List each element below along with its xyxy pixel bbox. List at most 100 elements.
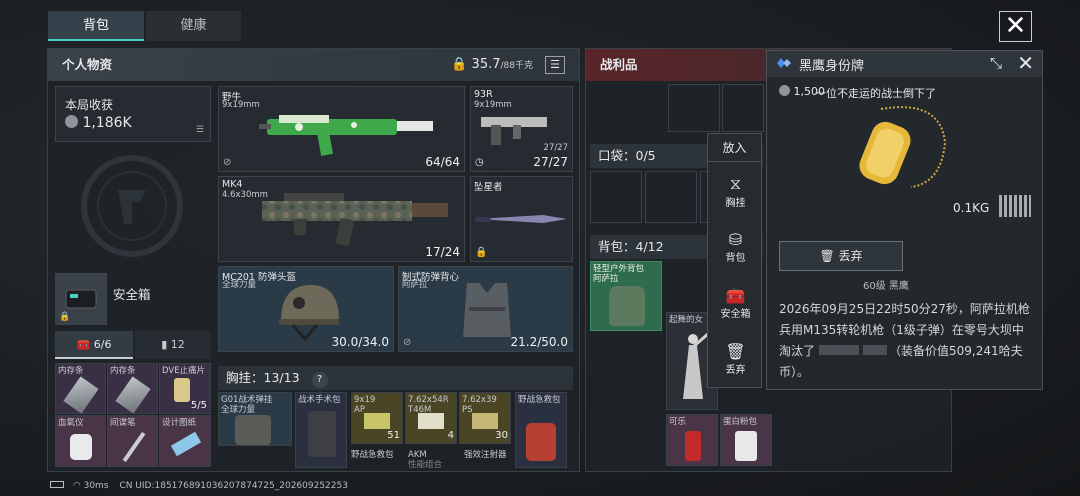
ammo-item-76254[interactable]: 7.62x54R T46M 4 (405, 392, 457, 444)
item-brand: 全球力量 (221, 405, 256, 415)
ammo-box-icon (364, 413, 390, 429)
chest-rig-header: 胸挂：13/13 ? (218, 366, 573, 390)
helmet-slot[interactable]: MC201 防弹头盔 全球力量 30.0/34.0 (218, 266, 394, 352)
melee-slot[interactable]: 坠星者 🔒 (470, 176, 573, 262)
menu-item-safebox[interactable]: 🧰 安全箱 (708, 286, 763, 330)
pocket-slot[interactable] (645, 171, 697, 223)
menu-item-discard[interactable]: 🗑 丢弃 (708, 342, 763, 386)
first-aid-bag-icon (526, 423, 556, 461)
ammo-box-icon (472, 413, 498, 429)
list-view-icon[interactable]: ☰ (545, 56, 565, 74)
item-grade: PS (462, 405, 473, 415)
toolbox-icon: 🧰 (76, 338, 91, 351)
case-tab-consumables[interactable]: ▮ 12 (135, 331, 211, 359)
ammo-box-icon (418, 413, 444, 429)
weapon-slot-secondary[interactable]: MK4 4.6x30mm 17/24 (218, 176, 465, 262)
put-in-menu: 放入 ⧖ 胸挂 ⛁ 背包 🧰 安全箱 🗑 丢弃 (707, 133, 762, 388)
case-tab-equipment[interactable]: 🧰 6/6 (55, 331, 133, 359)
personal-supplies-header: 个人物资 🔒 35.7/88千克 ☰ (48, 49, 579, 81)
detail-header: 黑鹰身份牌 ⤡ ✕ (767, 51, 1042, 77)
tab-backpack[interactable]: 背包 (48, 11, 144, 41)
grid-size-icon (999, 195, 1031, 217)
surgery-kit-item[interactable]: 战术手术包 (295, 392, 347, 468)
personal-supplies-title: 个人物资 (62, 57, 113, 72)
armor-durability: 21.2/50.0 (510, 335, 568, 349)
protein-pack-icon (735, 431, 757, 461)
item-count: 30 (495, 430, 508, 441)
item-painkiller[interactable]: DVE止痛片 5/5 (159, 363, 211, 414)
pocket-slot[interactable] (590, 171, 642, 223)
blueprint-icon (170, 431, 202, 457)
no-attachment-icon: ⊘ (223, 157, 232, 168)
item-count: 5/5 (190, 400, 207, 411)
memory-stick-icon (115, 376, 151, 414)
backpack-icon (609, 286, 645, 326)
earnings-box[interactable]: 本局收获 1,186K ☰ (55, 86, 211, 142)
item-memory-1[interactable]: 内存条 (55, 363, 106, 414)
item-blueprint[interactable]: 设计图纸 (159, 415, 211, 467)
menu-item-chest-rig[interactable]: ⧖ 胸挂 (708, 174, 763, 218)
menu-item-backpack[interactable]: ⛁ 背包 (708, 230, 763, 274)
backpack-label: 背包： (598, 239, 636, 254)
battery-icon (50, 481, 64, 488)
discard-button[interactable]: 🗑 丢弃 (779, 241, 903, 271)
surgery-kit-icon (308, 411, 336, 457)
diamond-icon (773, 55, 791, 71)
armor-brand: 阿萨拉 (402, 280, 428, 290)
item-oximeter[interactable]: 血氧仪 (55, 415, 106, 467)
mk4-rifle-icon (262, 193, 448, 247)
item-brand: 阿萨拉 (593, 274, 619, 284)
backpack-item[interactable]: 轻型户外背包 阿萨拉 (590, 261, 662, 331)
safebox-slot[interactable]: 🔒 (55, 273, 107, 325)
item-name: 轻型户外背包 (593, 264, 645, 274)
backpack-capacity: 4/12 (635, 239, 664, 254)
protein-pack-item[interactable]: 蛋白粉包 (720, 414, 772, 466)
backpack-icon: ⛁ (728, 230, 743, 249)
item-count: 51 (387, 430, 400, 441)
coin-icon (65, 115, 78, 128)
tab-health[interactable]: 健康 (146, 11, 241, 41)
chest-rig-item[interactable]: G01战术弹挂 全球力量 (218, 392, 292, 446)
weapon-ammo-count: 27/27 (533, 155, 568, 169)
cola-can-icon (685, 431, 701, 461)
pill-bottle-icon (174, 378, 190, 402)
item-name: 设计图纸 (162, 418, 197, 428)
chest-rig-icon: ⧖ (729, 174, 742, 193)
safebox-label: 安全箱 (113, 287, 151, 302)
first-aid-item[interactable]: 野战急救包 (515, 392, 567, 468)
item-detail-panel: 黑鹰身份牌 ⤡ ✕ 1,500 一位不走运的战士倒下了 0.1KG 🗑 丢弃 6… (766, 50, 1043, 390)
weapon-slot-sidearm[interactable]: 93R 9x19mm 27/27 ◷ 27/27 (470, 86, 573, 172)
menu-item-label: 背包 (725, 253, 746, 264)
weight-max: /88千克 (500, 61, 534, 71)
collapse-icon[interactable]: ⤡ (990, 54, 1002, 72)
item-spy-pen[interactable]: 间谍笔 (107, 415, 158, 467)
close-icon[interactable]: ✕ (1017, 51, 1034, 75)
story-tail: （装备价值509,241哈夫币）。 (779, 344, 1023, 379)
lock-icon: 🔒 (451, 57, 468, 72)
item-memory-2[interactable]: 内存条 (107, 363, 158, 414)
armor-slot[interactable]: 制式防弹背心 阿萨拉 ⊘ 21.2/50.0 (398, 266, 573, 352)
ping-value: 30ms (83, 481, 109, 491)
ammo-item-919[interactable]: 9x19 AP 51 (351, 392, 403, 444)
item-name-partial: 强效注射器 (464, 450, 507, 460)
user-uid: CN UID:1851768910362078747​25_2026092522… (119, 481, 348, 491)
ammo-item-76239[interactable]: 7.62x39 PS 30 (459, 392, 511, 444)
help-icon[interactable]: ? (311, 372, 328, 388)
close-icon[interactable]: ✕ (999, 11, 1032, 42)
loot-slot-empty[interactable] (722, 84, 764, 132)
item-name: 血氧仪 (58, 418, 84, 428)
dog-tag-icon (859, 106, 947, 188)
small-items-grid: 内存条 内存条 DVE止痛片 5/5 血氧仪 间谍笔 设计图纸 (55, 363, 211, 467)
list-icon: ☰ (195, 125, 204, 135)
weapon-slot-primary[interactable]: 野牛 9x19mm ⊘ 64/64 (218, 86, 465, 172)
cola-item[interactable]: 可乐 (666, 414, 718, 466)
pocket-capacity: 0/5 (635, 148, 656, 163)
loot-slot-empty[interactable] (668, 84, 720, 132)
item-name: 间谍笔 (110, 418, 136, 428)
weight-value: 35.7 (471, 57, 501, 72)
lock-icon: 🔒 (59, 312, 71, 322)
item-name: 7.62x39 (462, 395, 497, 405)
weapon-ammo-secondary: 27/27 (543, 143, 569, 153)
detail-title: 黑鹰身份牌 (799, 59, 865, 74)
item-name-partial: AKM (408, 450, 427, 460)
